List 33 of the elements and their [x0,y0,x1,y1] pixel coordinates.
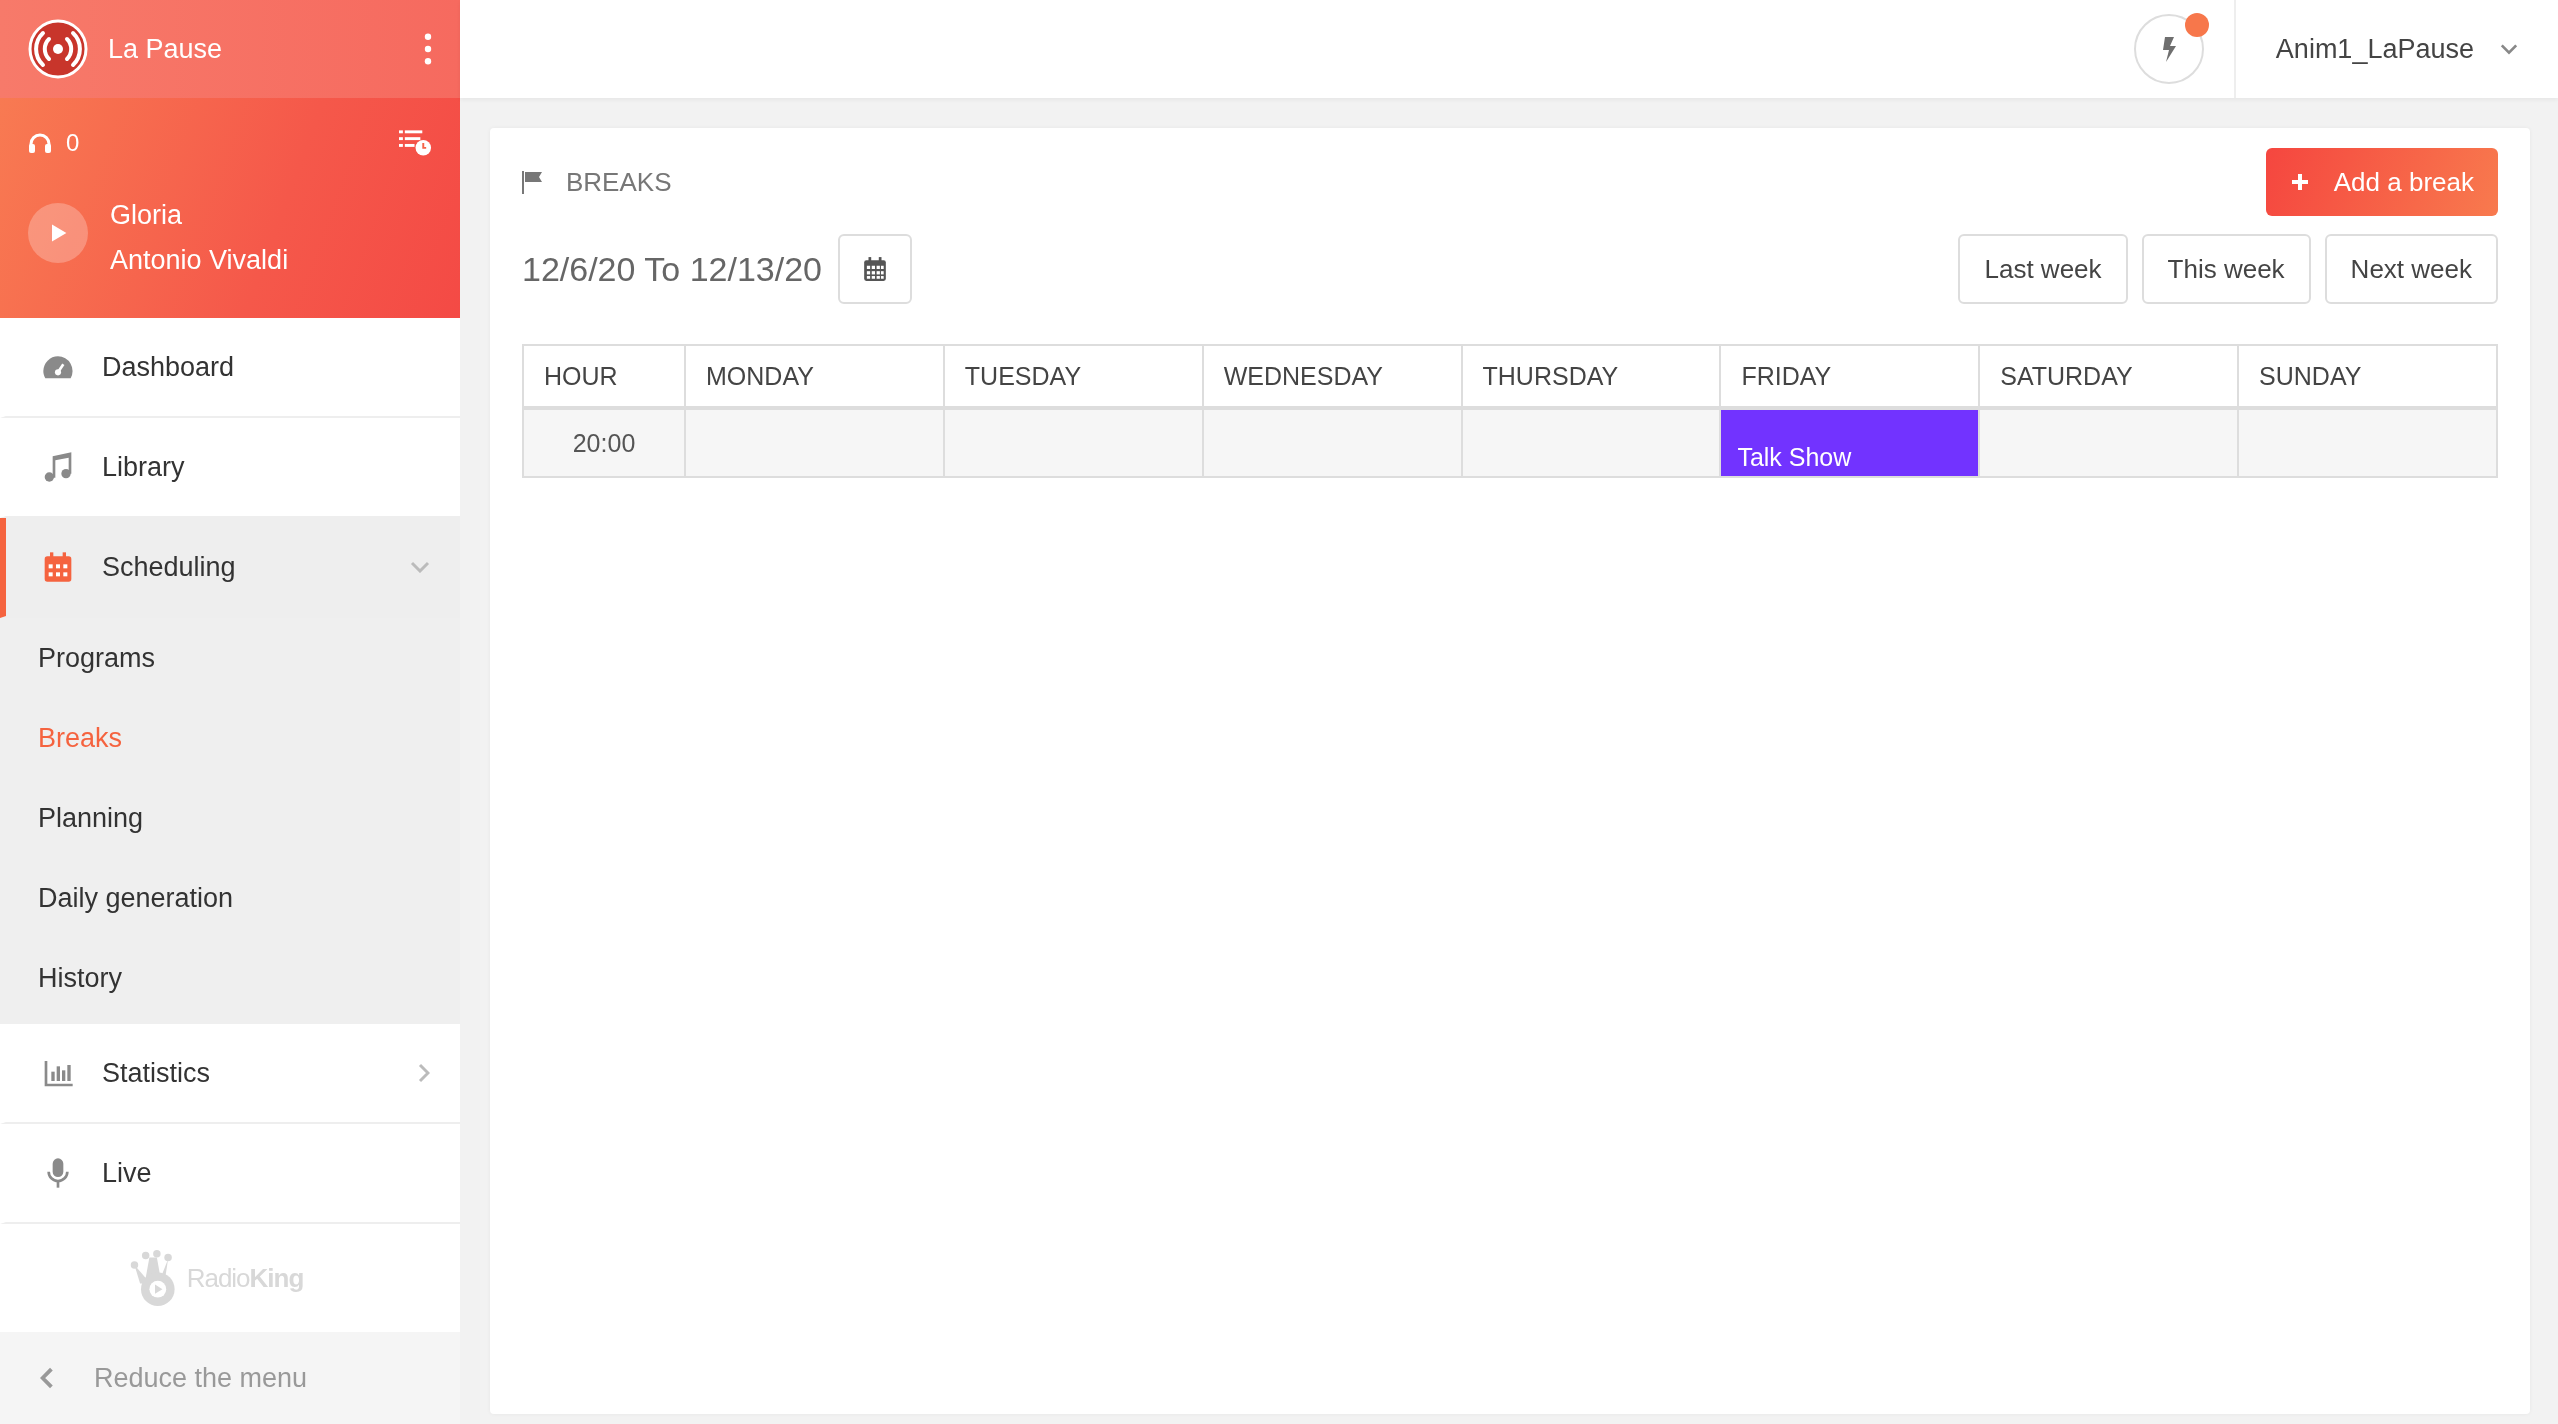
user-menu[interactable]: Anim1_LaPause [2233,0,2558,98]
week-button[interactable]: Last week [1958,234,2128,304]
nav-item[interactable]: Scheduling [0,518,460,618]
track-title: Gloria [110,200,184,231]
break-event[interactable]: Talk Show [1720,408,1980,477]
headphones-icon [28,132,52,154]
hour-cell: 20:00 [523,408,685,477]
submenu-item[interactable]: Programs [0,618,460,698]
track-artist: Antonio Vivaldi [110,245,289,276]
calendar-icon [42,551,74,583]
station-name: La Pause [108,33,224,65]
music-note-icon [42,451,74,483]
playlist-clock-icon[interactable] [399,128,432,158]
chevron-down-icon [2500,43,2518,55]
week-button[interactable]: This week [2141,234,2311,304]
submenu-item[interactable]: Daily generation [0,858,460,938]
play-button[interactable] [28,203,88,263]
flag-icon [522,170,544,194]
listener-count: 0 [66,129,81,157]
chevron-left-icon [40,1367,54,1389]
nav-item[interactable]: Dashboard [0,318,460,418]
calendar-icon [862,256,888,282]
kebab-menu-icon[interactable] [424,33,432,65]
nav-item[interactable]: Statistics [0,1024,460,1124]
date-range: 12/6/20 To 12/13/20 [522,249,822,289]
nav-item[interactable]: Live [0,1124,460,1224]
plus-icon [2289,172,2310,192]
page-title: BREAKS [566,166,672,198]
submenu-item[interactable]: History [0,938,460,1018]
submenu-item[interactable]: Planning [0,778,460,858]
week-button[interactable]: Next week [2324,234,2498,304]
calendar-button[interactable] [838,234,912,304]
radio-logo-icon [28,19,88,79]
